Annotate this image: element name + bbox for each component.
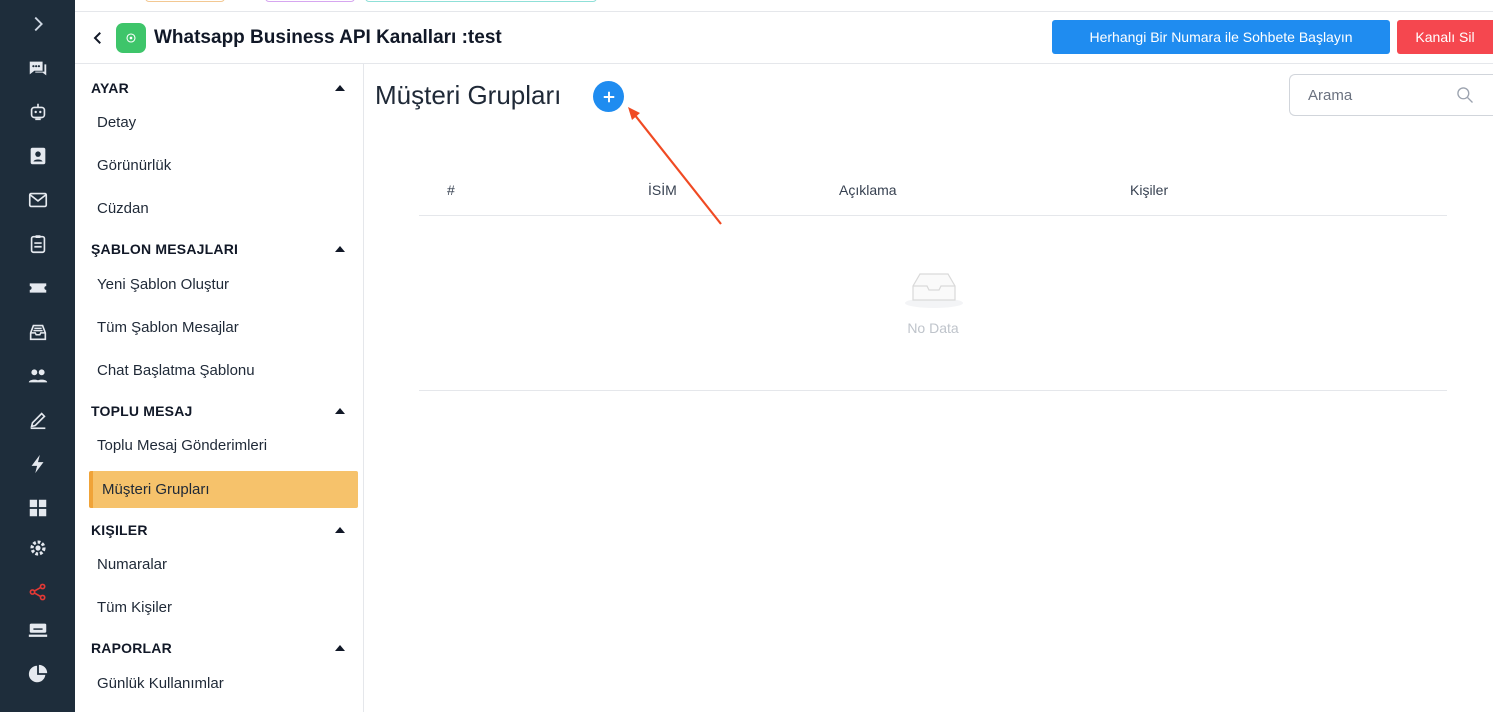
section-label: RAPORLAR [91, 640, 172, 656]
rail-item-settings[interactable] [0, 530, 75, 566]
caret-up-icon[interactable] [335, 645, 345, 651]
users-icon [28, 369, 47, 383]
top-strip [75, 0, 1493, 12]
rail-item-devices[interactable] [0, 612, 75, 648]
inbox-tray-icon [29, 324, 46, 341]
section-label: AYAR [91, 80, 129, 96]
rail-item-channels[interactable] [0, 574, 75, 610]
column-header-name: İSİM [648, 182, 677, 198]
menu-item-numaralar[interactable]: Numaralar [89, 546, 358, 583]
menu-section-toplu-mesaj[interactable]: TOPLU MESAJ [91, 396, 363, 426]
menu-item-tum-kisiler[interactable]: Tüm Kişiler [89, 589, 358, 626]
menu-item-cuzdan[interactable]: Cüzdan [89, 190, 358, 227]
menu-item-detay[interactable]: Detay [89, 104, 358, 141]
rail-item-contacts[interactable] [0, 138, 75, 174]
search-icon[interactable] [1455, 85, 1475, 105]
pen-icon [29, 412, 46, 430]
menu-item-gunluk-kullanim[interactable]: Günlük Kullanımlar [89, 665, 358, 702]
start-chat-button[interactable]: Herhangi Bir Numara ile Sohbete Başlayın [1052, 20, 1390, 54]
page-header: Whatsapp Business API Kanalları :test He… [75, 12, 1493, 64]
top-chip [145, 0, 225, 2]
rail-item-reports[interactable] [0, 656, 75, 692]
rail-item-users[interactable] [0, 358, 75, 394]
menu-item-tum-sablon[interactable]: Tüm Şablon Mesajlar [89, 309, 358, 346]
rail-item-inbox[interactable] [0, 314, 75, 350]
grid-icon [29, 499, 46, 517]
menu-section-sablon[interactable]: ŞABLON MESAJLARI [91, 234, 363, 264]
rail-item-bot[interactable] [0, 94, 75, 130]
rail-item-tickets[interactable] [0, 270, 75, 306]
back-button[interactable] [87, 27, 109, 49]
caret-up-icon[interactable] [335, 408, 345, 414]
add-group-button[interactable] [593, 81, 624, 112]
menu-section-kisiler[interactable]: KIŞILER [91, 515, 363, 545]
menu-item-musteri-gruplari[interactable]: Müşteri Grupları [89, 471, 358, 508]
keyboard-icon [28, 623, 47, 637]
menu-item-gorunurluk[interactable]: Görünürlük [89, 147, 358, 184]
menu-section-raporlar[interactable]: RAPORLAR [91, 633, 363, 663]
rail-item-chat[interactable] [0, 50, 75, 86]
top-chip [265, 0, 355, 2]
menu-item-toplu-gonderim[interactable]: Toplu Mesaj Gönderimleri [89, 427, 358, 464]
table-header: # İSİM Açıklama Kişiler [419, 168, 1447, 216]
whatsapp-icon [126, 32, 136, 43]
whatsapp-logo [116, 22, 146, 53]
rail-item-dashboard[interactable] [0, 490, 75, 526]
chevron-left-icon [93, 31, 101, 44]
share-nodes-icon [29, 583, 46, 601]
chevron-right-icon [34, 16, 43, 32]
groups-table: # İSİM Açıklama Kişiler No Data [419, 168, 1447, 391]
search-box [1289, 74, 1493, 116]
clipboard-icon [30, 235, 45, 254]
top-chip [365, 0, 597, 2]
icon-rail [0, 0, 75, 712]
section-label: TOPLU MESAJ [91, 403, 193, 419]
column-header-contacts: Kişiler [1130, 182, 1169, 198]
main-content: Müşteri Grupları # İSİM Açıklama Kişiler… [364, 64, 1493, 712]
plus-icon [603, 91, 614, 102]
rail-item-tasks[interactable] [0, 226, 75, 262]
channel-menu: AYAR Detay Görünürlük Cüzdan ŞABLON MESA… [75, 64, 364, 712]
robot-icon [30, 103, 45, 121]
ticket-icon [29, 283, 46, 293]
gear-icon [29, 540, 46, 556]
lightning-icon [31, 454, 43, 474]
pie-chart-icon [28, 664, 47, 683]
column-header-description: Açıklama [839, 182, 897, 198]
expand-rail-button[interactable] [0, 6, 75, 42]
empty-state: No Data [419, 216, 1447, 391]
rail-item-automation[interactable] [0, 446, 75, 482]
section-title: Müşteri Grupları [375, 80, 562, 110]
contact-card-icon [30, 147, 45, 165]
caret-up-icon[interactable] [335, 527, 345, 533]
section-label: KIŞILER [91, 522, 148, 538]
empty-inbox-icon [905, 273, 963, 308]
caret-up-icon[interactable] [335, 246, 345, 252]
mail-icon [28, 192, 47, 208]
search-input[interactable] [1308, 75, 1458, 115]
menu-section-ayar[interactable]: AYAR [91, 73, 363, 103]
chat-bubbles-icon [29, 61, 46, 76]
section-label: ŞABLON MESAJLARI [91, 241, 239, 257]
rail-item-edit[interactable] [0, 402, 75, 438]
empty-state-text: No Data [907, 320, 959, 336]
column-header-index: # [447, 182, 455, 198]
menu-item-yeni-sablon[interactable]: Yeni Şablon Oluştur [89, 266, 358, 303]
page-title: Whatsapp Business API Kanalları :test [154, 26, 502, 48]
rail-item-mail[interactable] [0, 182, 75, 218]
delete-channel-button[interactable]: Kanalı Sil [1397, 20, 1493, 54]
menu-item-chat-baslatma[interactable]: Chat Başlatma Şablonu [89, 352, 358, 389]
caret-up-icon[interactable] [335, 85, 345, 91]
